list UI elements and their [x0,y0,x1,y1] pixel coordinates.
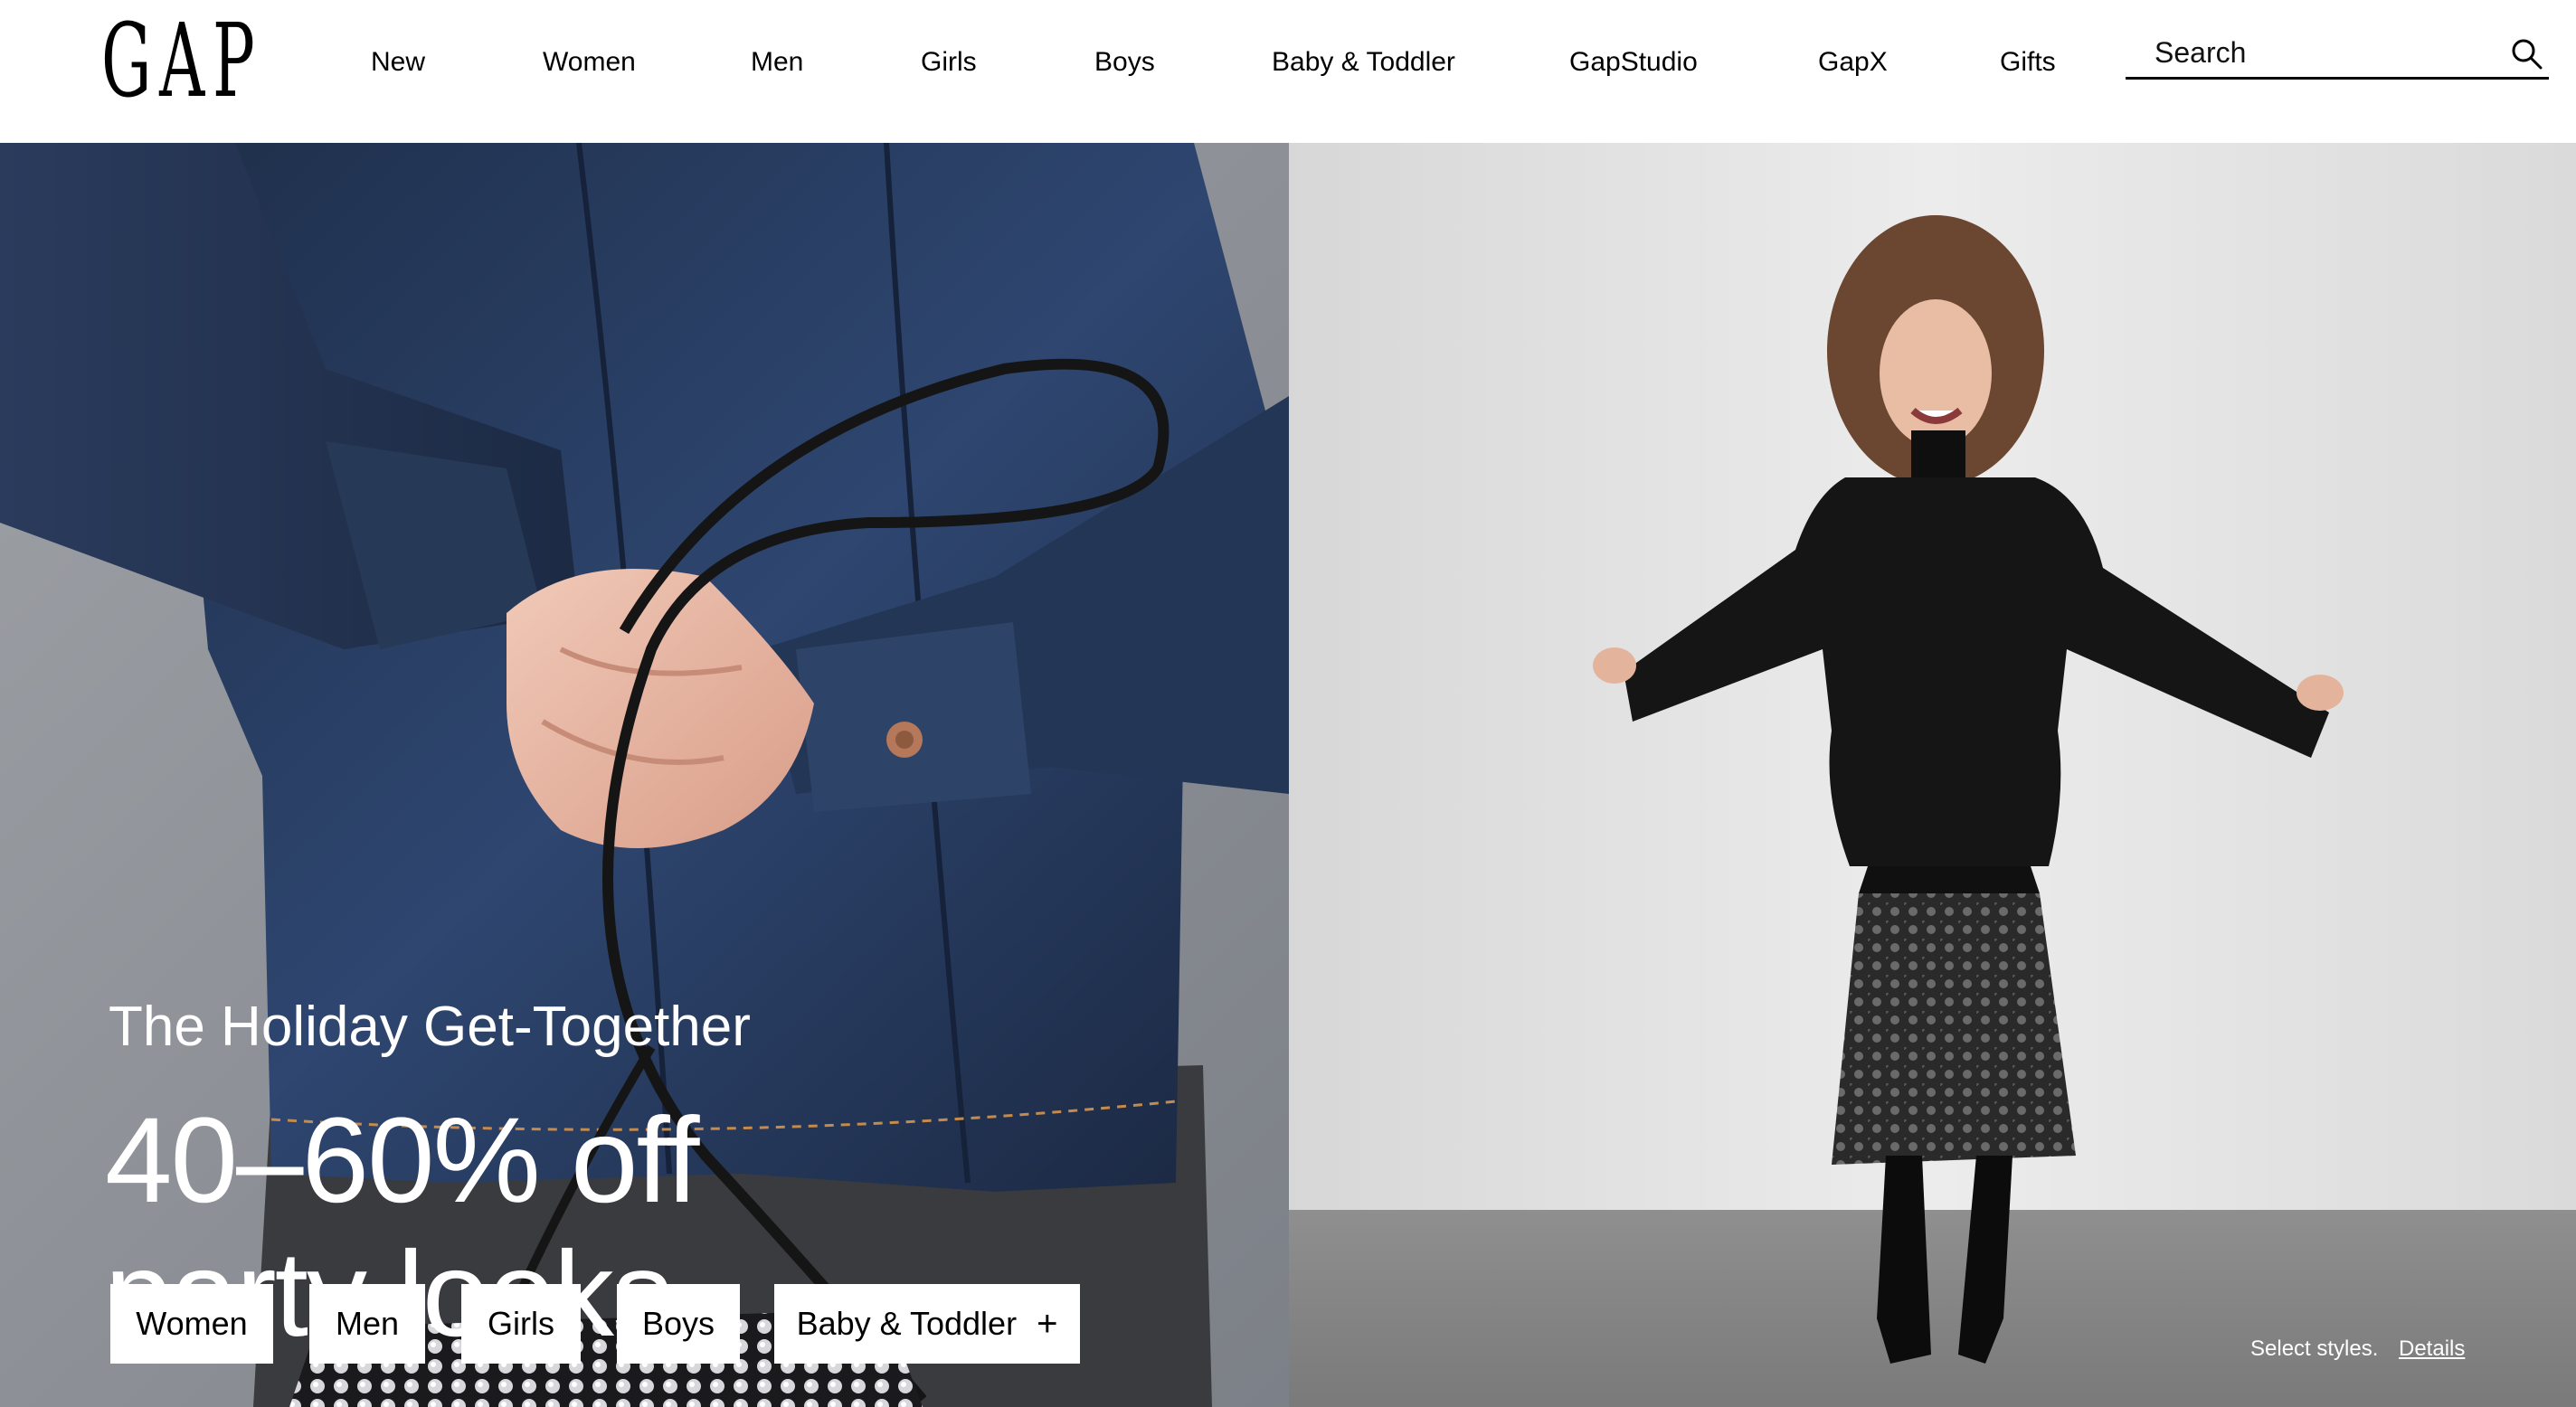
nav-item-men[interactable]: Men [751,42,803,83]
cta-label: Girls [488,1305,554,1342]
nav-item-girls[interactable]: Girls [921,42,977,83]
nav-label: Baby & Toddler [1272,47,1455,77]
cta-label: Men [335,1305,400,1342]
nav-label: GapStudio [1569,47,1698,77]
nav-item-new[interactable]: New [371,42,425,83]
promo-fineprint: Select styles. [2250,1336,2379,1361]
cta-men-button[interactable]: Men [309,1284,425,1364]
nav-item-gifts[interactable]: Gifts [2000,42,2056,83]
nav-item-baby-toddler[interactable]: Baby & Toddler [1272,42,1455,83]
nav-item-gapx[interactable]: GapX [1818,42,1888,83]
logo-text: GAP [101,3,263,120]
nav-label: Men [751,47,804,77]
cta-girls-button[interactable]: Girls [461,1284,581,1364]
black-sweater-model-photo [1289,143,2576,1407]
cta-label: Baby & Toddler [796,1305,1018,1342]
search-icon[interactable] [2511,38,2543,71]
nav-item-women[interactable]: Women [543,42,636,83]
details-link[interactable]: Details [2399,1336,2465,1362]
nav-label: Gifts [2000,47,2056,77]
plus-icon: + [1037,1303,1058,1344]
nav-label: Boys [1094,47,1155,77]
nav-label: Women [543,47,636,77]
cta-label: Women [136,1305,248,1342]
nav-label: GapX [1818,47,1888,77]
hero-left-panel[interactable]: The Holiday Get-Together 40–60% off part… [0,143,1289,1407]
nav-label: Girls [921,47,977,77]
promo-headline-line1: 40–60% off [105,1093,700,1228]
promo-eyebrow: The Holiday Get-Together [109,996,751,1058]
cta-women-button[interactable]: Women [110,1284,273,1364]
nav-item-boys[interactable]: Boys [1094,42,1155,83]
search-bar [2126,27,2549,80]
nav-label: New [371,47,426,77]
cta-baby-toddler-button[interactable]: Baby & Toddler + [774,1284,1080,1364]
gap-logo[interactable]: GAP [101,4,362,119]
site-header: GAP New Women Men Girls Boys Baby & Todd… [0,0,2576,143]
nav-item-gapstudio[interactable]: GapStudio [1569,42,1698,83]
hero-right-panel[interactable]: Select styles. Details [1289,143,2576,1407]
cta-label: Boys [641,1305,715,1342]
cta-boys-button[interactable]: Boys [617,1284,740,1364]
search-input[interactable] [2155,31,2498,74]
